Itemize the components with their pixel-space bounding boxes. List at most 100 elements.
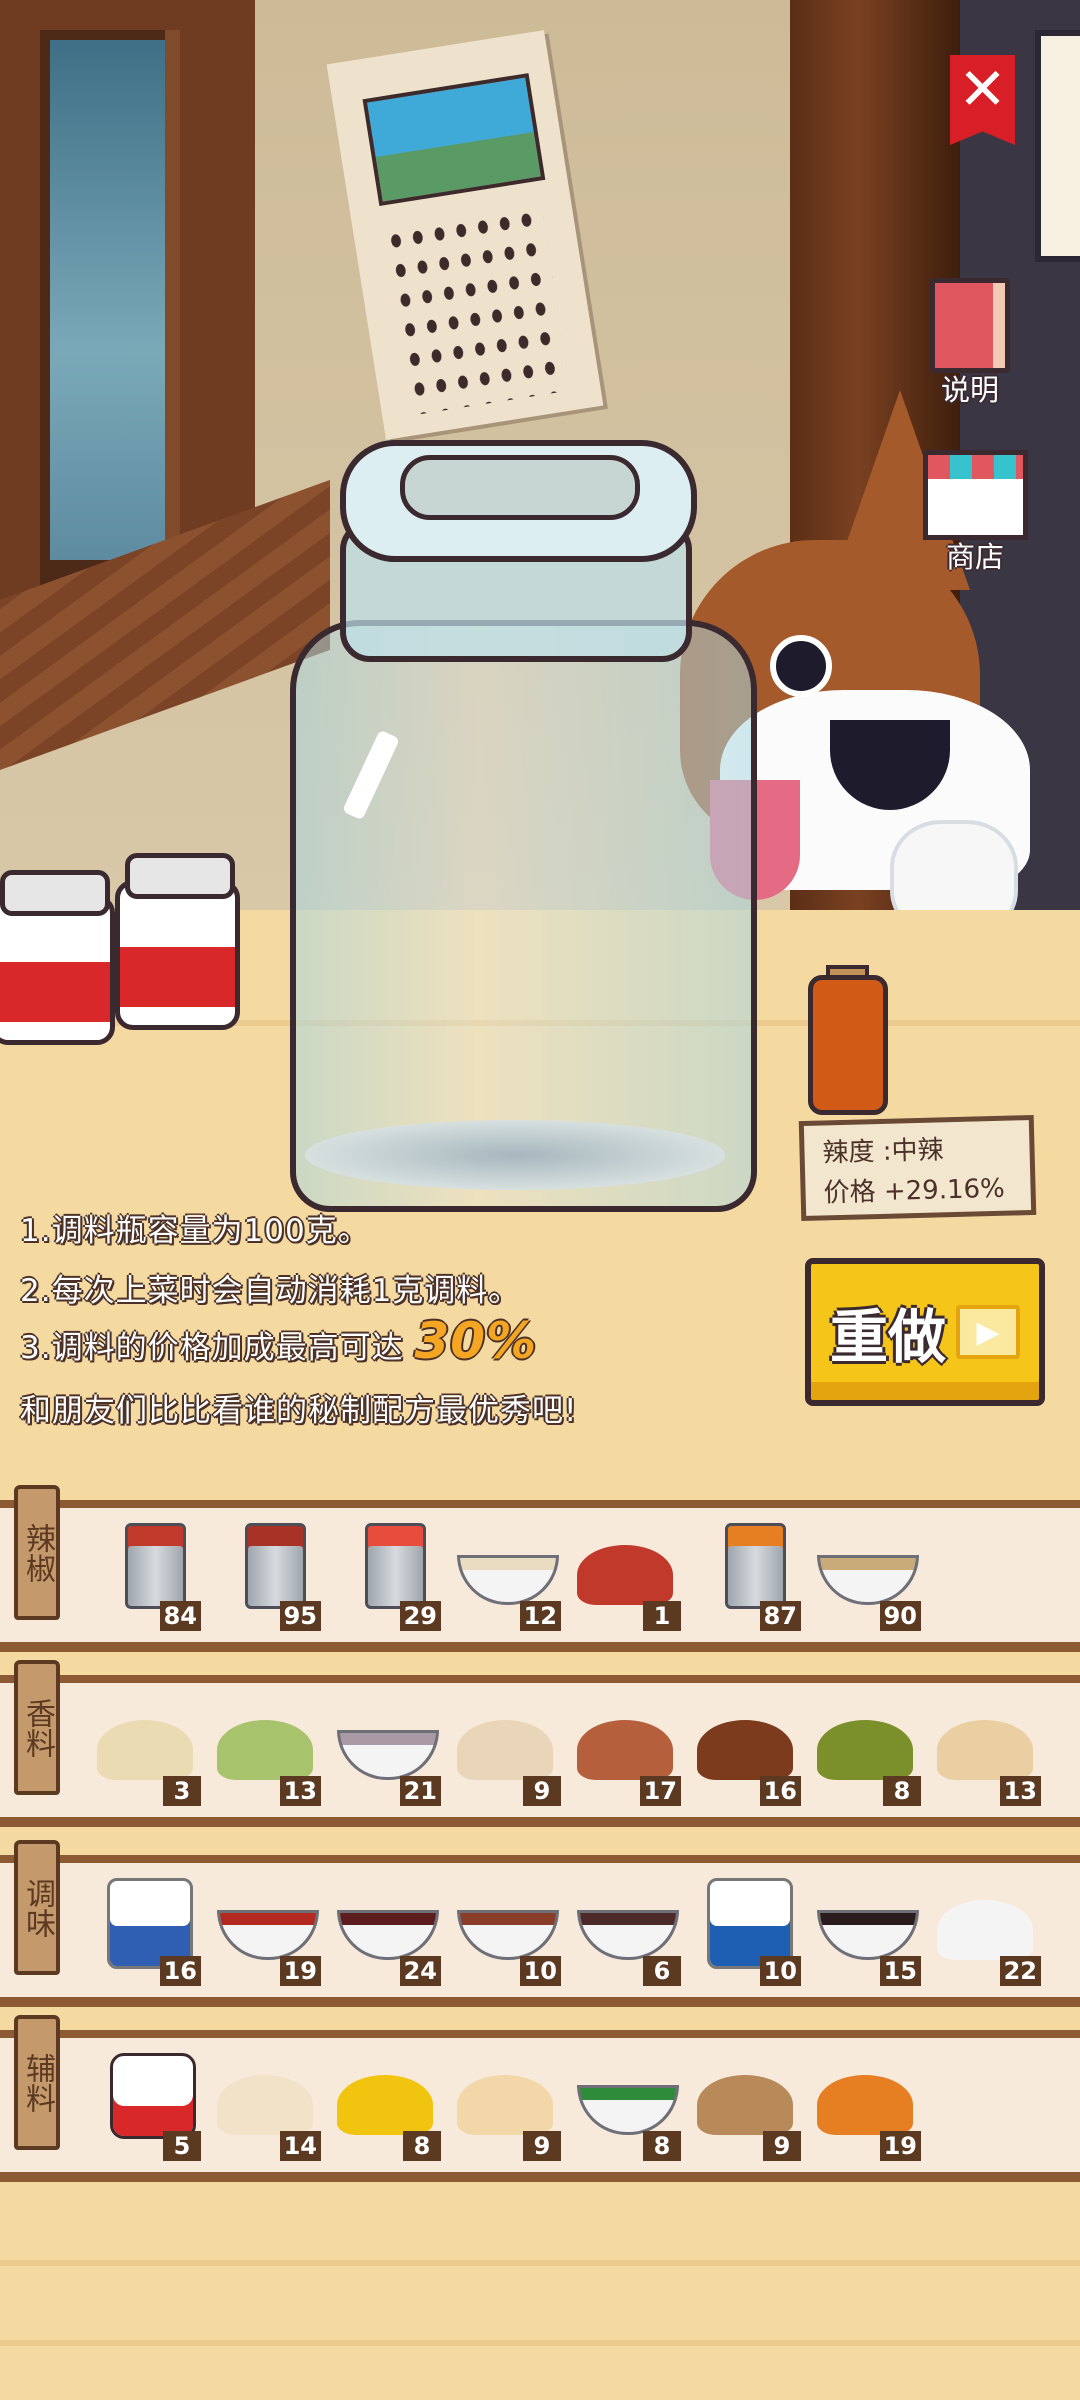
play-icon: ▶ [956,1305,1020,1359]
shelf-rail [0,2030,1080,2038]
sauce-bowl-icon [817,1910,919,1960]
ingredient-count: 15 [879,1956,921,1986]
ingredient-count: 8 [883,1776,921,1806]
info-line-4: 和朋友们比比看谁的秘制配方最优秀吧! [20,1393,578,1429]
ingredient-item[interactable]: 19 [205,1870,325,1990]
ingredient-item[interactable]: 29 [325,1515,445,1635]
ingredient-count: 9 [523,1776,561,1806]
guide-button[interactable]: 说明 [915,278,1025,409]
powder-bowl-icon [337,1730,439,1780]
shelf-rail [0,2172,1080,2182]
ingredient-item[interactable]: 16 [685,1690,805,1810]
redo-label: 重做 [829,1303,946,1371]
redo-button[interactable]: 重做 ▶ [805,1258,1045,1406]
rock-sugar-icon [937,1900,1033,1960]
info-line-2: 2.每次上菜时会自动消耗1克调料。 [20,1273,521,1309]
ingredient-count: 17 [639,1776,681,1806]
shelf-rail [0,1855,1080,1863]
ingredient-item[interactable]: 13 [205,1690,325,1810]
ingredient-count: 19 [879,2131,921,2161]
window-mullion [165,30,180,590]
tomato-jar-icon [110,2053,196,2139]
ginger-root-icon [577,1720,673,1780]
ingredient-item[interactable]: 14 [205,2045,325,2165]
shop-icon [922,450,1028,540]
shelf-category-tag[interactable]: 辅料 [14,2015,60,2150]
spice-info-tag: 辣度 :中辣 价格 +29.16% [798,1114,1037,1222]
shelf-row: 辅料 5 14 8 9 8 9 19 [0,2015,1080,2210]
info-line-3-text: 3.调料的价格加成最高可达 [20,1330,415,1366]
ingredient-count: 6 [643,1956,681,1986]
ingredient-count: 16 [159,1956,201,1986]
sauce-bowl-icon [457,1910,559,1960]
ingredient-count: 22 [999,1956,1041,1986]
ingredient-count: 21 [399,1776,441,1806]
ingredient-item[interactable]: 90 [805,1515,925,1635]
tomato-sauce-jar [0,895,115,1045]
shelf-rail [0,1675,1080,1683]
ingredient-item[interactable]: 1 [565,1515,685,1635]
chili-powder-can-icon [365,1523,426,1609]
ingredient-item[interactable]: 22 [925,1870,1045,1990]
spiciness-text: 辣度 :中辣 [822,1135,944,1169]
powder-bowl-icon [457,1555,559,1605]
chili-powder-can-icon [125,1523,186,1609]
ingredient-item[interactable]: 13 [925,1690,1045,1810]
ingredient-item[interactable]: 9 [685,2045,805,2165]
ingredient-item[interactable]: 87 [685,1515,805,1635]
ingredient-item[interactable]: 10 [685,1870,805,1990]
jar-opening [400,455,640,520]
nutmeg-icon [937,1720,1033,1780]
table-plank-line [0,2340,1080,2346]
ingredient-item[interactable]: 15 [805,1870,925,1990]
powder-bowl-icon [817,1555,919,1605]
ingredient-item[interactable]: 5 [85,2045,205,2165]
shelf-category-tag[interactable]: 调味 [14,1840,60,1975]
garlic-icon [457,1720,553,1780]
ingredient-item[interactable]: 10 [445,1870,565,1990]
ingredient-item[interactable]: 8 [325,2045,445,2165]
ingredient-item[interactable]: 19 [805,2045,925,2165]
ingredient-item[interactable]: 17 [565,1690,685,1810]
chili-sauce-jar [115,880,240,1030]
price-bonus-text: 价格 +29.16% [823,1173,1006,1209]
ingredient-count: 16 [759,1776,801,1806]
ingredient-count: 3 [163,1776,201,1806]
ingredient-count: 95 [279,1601,321,1631]
shelf-row: 调味 16 19 24 10 6 10 15 22 [0,1840,1080,2035]
ingredient-item[interactable]: 9 [445,1690,565,1810]
ingredient-item[interactable]: 9 [445,2045,565,2165]
shop-button[interactable]: 商店 [920,450,1030,576]
corgi-paw [890,820,1018,920]
ingredient-item[interactable]: 95 [205,1515,325,1635]
ingredient-count: 9 [763,2131,801,2161]
ingredient-count: 24 [399,1956,441,1986]
peeled-garlic-icon [217,2075,313,2135]
ingredient-item[interactable]: 12 [445,1515,565,1635]
chili-oil-bottle [808,975,888,1115]
shelf-category-tag[interactable]: 香料 [14,1660,60,1795]
table-plank-line [0,2260,1080,2266]
ingredient-item[interactable]: 8 [565,2045,685,2165]
close-button[interactable]: ✕ [950,55,1015,145]
ingredient-item[interactable]: 3 [85,1690,205,1810]
ingredient-item[interactable]: 24 [325,1870,445,1990]
ingredient-item[interactable]: 16 [85,1870,205,1990]
guide-label: 说明 [940,373,999,407]
ingredient-item[interactable]: 6 [565,1870,685,1990]
shelf-category-tag[interactable]: 辣椒 [14,1485,60,1620]
ingredient-item[interactable]: 21 [325,1690,445,1810]
calendar-picture [362,73,546,207]
walnut-icon [697,2075,793,2135]
shop-label: 商店 [945,540,1004,574]
calendar-grid [382,202,571,416]
info-line-1: 1.调料瓶容量为100克。 [20,1213,370,1249]
ingredient-item[interactable]: 84 [85,1515,205,1635]
scallion-bowl-icon [577,2085,679,2135]
peanut-carrot-icon [817,2075,913,2135]
book-icon [930,278,1010,373]
ingredient-count: 10 [519,1956,561,1986]
ingredient-item[interactable]: 8 [805,1690,925,1810]
shelf-rail [0,1997,1080,2007]
shelf-rail [0,1642,1080,1652]
